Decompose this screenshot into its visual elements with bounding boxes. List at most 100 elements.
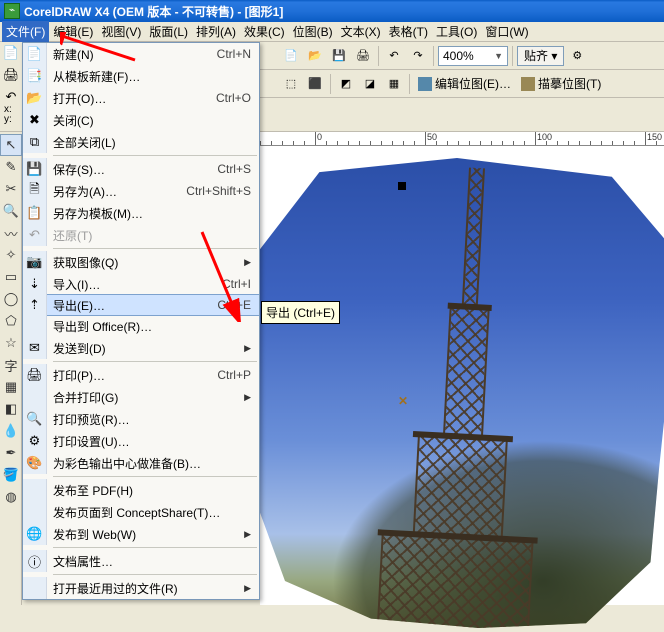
menu-item-label: 新建(N)	[53, 46, 209, 63]
menu-item[interactable]: ⓘ文档属性…	[23, 550, 259, 572]
coord-labels: x: y:	[4, 105, 12, 125]
menu-item-icon: ✉	[23, 337, 47, 359]
menu-item[interactable]: ⚙打印设置(U)…	[23, 430, 259, 452]
tool-btn-3[interactable]: 💾	[328, 45, 350, 67]
eyedropper-tool[interactable]: 💧	[0, 420, 22, 442]
menu-table[interactable]: 表格(T)	[385, 21, 432, 42]
menu-item[interactable]: 🌐发布到 Web(W)▶	[23, 523, 259, 545]
bitmap-object[interactable]	[242, 158, 664, 628]
tool-btn-6[interactable]: ↷	[407, 45, 429, 67]
menu-item-icon: 📂	[23, 87, 47, 109]
menu-item[interactable]: 发布至 PDF(H)	[23, 479, 259, 501]
menu-effects[interactable]: 效果(C)	[240, 21, 289, 42]
menubar: 文件(F) 编辑(E) 视图(V) 版面(L) 排列(A) 效果(C) 位图(B…	[0, 22, 664, 42]
bmp-btn-1[interactable]: ⬚	[280, 73, 302, 95]
menu-item[interactable]: 🔍打印预览(R)…	[23, 408, 259, 430]
tool-btn-2[interactable]: 📂	[304, 45, 326, 67]
canvas[interactable]: ✕	[260, 146, 664, 605]
menu-item-shortcut: Ctrl+P	[209, 368, 251, 382]
title-text: CorelDRAW X4 (OEM 版本 - 不可转售) - [图形1]	[24, 3, 283, 20]
chevron-down-icon: ▼	[494, 51, 503, 61]
bmp-btn-2[interactable]: ⬛	[304, 73, 326, 95]
smart-tool[interactable]: ✧	[0, 244, 22, 266]
interactive-fill-tool[interactable]: ◍	[0, 486, 22, 508]
ruler-label: 0	[317, 132, 322, 142]
blend-tool[interactable]: ◧	[0, 398, 22, 420]
shape-tool[interactable]: ✎	[0, 156, 22, 178]
menu-item[interactable]: ✉发送到(D)▶	[23, 337, 259, 359]
crop-tool[interactable]: ✂	[0, 178, 22, 200]
icon-new[interactable]: 📄	[0, 42, 22, 64]
tool-btn-5[interactable]: ↶	[383, 45, 405, 67]
menu-item-label: 全部关闭(L)	[53, 134, 243, 151]
menu-item[interactable]: 🎨为彩色输出中心做准备(B)…	[23, 452, 259, 474]
menu-item[interactable]: ✖关闭(C)	[23, 109, 259, 131]
menu-item-shortcut: Ctrl+N	[209, 47, 251, 61]
menu-item-label: 导出到 Office(R)…	[53, 318, 243, 335]
bmp-btn-3[interactable]: ◩	[335, 73, 357, 95]
menu-item[interactable]: 📑从模板新建(F)…	[23, 65, 259, 87]
submenu-arrow-icon: ▶	[244, 392, 251, 403]
menu-arrange[interactable]: 排列(A)	[192, 21, 240, 42]
bmp-btn-4[interactable]: ◪	[359, 73, 381, 95]
menu-item[interactable]: 📷获取图像(Q)▶	[23, 251, 259, 273]
toolbar-sep	[378, 46, 379, 66]
polygon-tool[interactable]: ⬠	[0, 310, 22, 332]
menu-edit[interactable]: 编辑(E)	[49, 21, 97, 42]
menu-item-icon	[23, 577, 47, 599]
fill-tool[interactable]: 🪣	[0, 464, 22, 486]
menu-item-shortcut: Ctrl+O	[208, 91, 251, 105]
menu-item[interactable]: 💾保存(S)…Ctrl+S	[23, 158, 259, 180]
menu-item[interactable]: 📄新建(N)Ctrl+N	[23, 43, 259, 65]
menu-bitmap[interactable]: 位图(B)	[289, 21, 337, 42]
submenu-arrow-icon: ▶	[244, 583, 251, 594]
menu-item[interactable]: 📋另存为模板(M)…	[23, 202, 259, 224]
text-tool[interactable]: 字	[0, 354, 22, 376]
icon-print[interactable]: 🖨	[0, 64, 22, 86]
selection-center-marker: ✕	[398, 394, 408, 408]
menu-view[interactable]: 视图(V)	[97, 21, 145, 42]
menu-item[interactable]: 🖨打印(P)…Ctrl+P	[23, 364, 259, 386]
menu-item-icon: ✖	[23, 109, 47, 131]
menu-item-label: 打开(O)…	[53, 90, 208, 107]
tool-btn-1[interactable]: 📄	[280, 45, 302, 67]
menu-item[interactable]: ⇣导入(I)…Ctrl+I	[23, 273, 259, 295]
table-tool[interactable]: ▦	[0, 376, 22, 398]
edit-bitmap-icon	[418, 77, 432, 91]
app-icon: ⌁	[4, 3, 20, 19]
menu-item[interactable]: 🗎另存为(A)…Ctrl+Shift+S	[23, 180, 259, 202]
menu-item[interactable]: ⧉全部关闭(L)	[23, 131, 259, 153]
toolbar-sep	[330, 74, 331, 94]
zoom-tool[interactable]: 🔍	[0, 200, 22, 222]
bmp-btn-5[interactable]: ▦	[383, 73, 405, 95]
menu-item-icon: ⇡	[23, 294, 47, 316]
menu-item[interactable]: 导出到 Office(R)…	[23, 315, 259, 337]
menu-tools[interactable]: 工具(O)	[432, 21, 481, 42]
menu-item[interactable]: 发布页面到 ConceptShare(T)…	[23, 501, 259, 523]
zoom-combo[interactable]: 400% ▼	[438, 46, 508, 66]
tool-btn-4[interactable]: 🖨	[352, 45, 374, 67]
menu-text[interactable]: 文本(X)	[337, 21, 385, 42]
menu-item-icon: 📋	[23, 202, 47, 224]
freehand-tool[interactable]: 〰	[0, 222, 22, 244]
menu-item[interactable]: 合并打印(G)▶	[23, 386, 259, 408]
outline-tool[interactable]: ✒	[0, 442, 22, 464]
menu-layout[interactable]: 版面(L)	[145, 21, 192, 42]
tool-btn-7[interactable]: ⚙	[566, 45, 588, 67]
snap-button[interactable]: 贴齐 ▾	[517, 46, 564, 66]
menu-item[interactable]: 📂 打开(O)…Ctrl+O	[23, 87, 259, 109]
tooltip: 导出 (Ctrl+E)	[261, 301, 340, 324]
menu-item[interactable]: ⇡导出(E)…Ctrl+E	[23, 294, 259, 316]
menu-window[interactable]: 窗口(W)	[481, 21, 532, 42]
menu-file[interactable]: 文件(F)	[2, 21, 49, 42]
trace-bitmap-button[interactable]: 描摹位图(T)	[517, 75, 605, 92]
ellipse-tool[interactable]: ◯	[0, 288, 22, 310]
edit-bitmap-button[interactable]: 编辑位图(E)…	[414, 75, 515, 92]
rectangle-tool[interactable]: ▭	[0, 266, 22, 288]
pick-tool[interactable]: ↖	[0, 134, 22, 156]
shapes-tool[interactable]: ☆	[0, 332, 22, 354]
menu-item[interactable]: 打开最近用过的文件(R)▶	[23, 577, 259, 599]
menu-separator	[53, 155, 257, 156]
titlebar: ⌁ CorelDRAW X4 (OEM 版本 - 不可转售) - [图形1]	[0, 0, 664, 22]
selection-handle[interactable]	[398, 182, 406, 190]
